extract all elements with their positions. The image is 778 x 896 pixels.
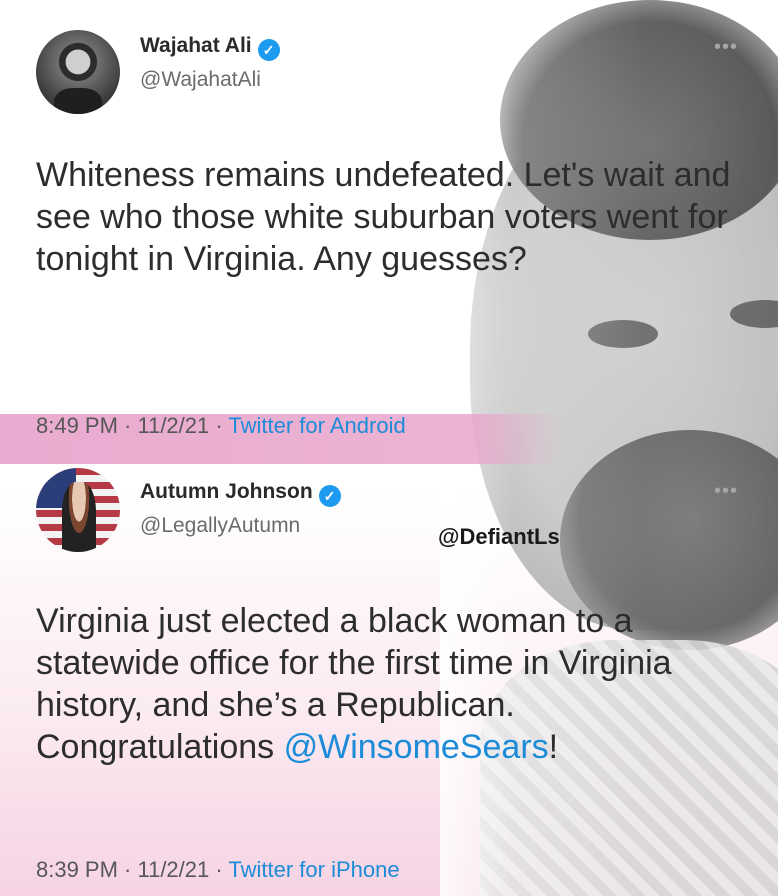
tweet2-text-after: !: [548, 728, 559, 766]
tweet2-handle[interactable]: @LegallyAutumn: [140, 514, 300, 538]
verified-badge-icon: ✓: [318, 485, 341, 507]
tweet2-source-link[interactable]: Twitter for iPhone: [228, 857, 399, 882]
tweet2-author-name[interactable]: Autumn Johnson ✓: [140, 480, 341, 507]
tweet2-name-text: Autumn Johnson: [140, 480, 313, 503]
tweet1-text: Whiteness remains undefeated. Let's wait…: [36, 156, 731, 278]
tweet1-more-options-icon[interactable]: •••: [714, 36, 738, 59]
tweet2-text: Virginia just elected a black woman to a…: [36, 600, 756, 768]
tweet1-timestamp[interactable]: 8:49 PM · 11/2/21 ·: [36, 413, 228, 438]
tweet2-timestamp[interactable]: 8:39 PM · 11/2/21 ·: [36, 857, 228, 882]
avatar-wajahat-ali[interactable]: [36, 30, 120, 114]
avatar-autumn-johnson[interactable]: [36, 468, 120, 552]
tweet1-source-link[interactable]: Twitter for Android: [228, 413, 405, 438]
tweet1-meta: 8:49 PM · 11/2/21 · Twitter for Android: [36, 413, 406, 439]
tweet2-more-options-icon[interactable]: •••: [714, 480, 738, 503]
tweet2-meta: 8:39 PM · 11/2/21 · Twitter for iPhone: [36, 857, 400, 883]
tweet1-handle[interactable]: @WajahatAli: [140, 68, 261, 92]
tweet2-mention-link[interactable]: @WinsomeSears: [284, 728, 549, 766]
watermark-defiantls: @DefiantLs: [438, 524, 560, 549]
tweet1-author-name[interactable]: Wajahat Ali ✓: [140, 34, 280, 61]
verified-badge-icon: ✓: [257, 39, 280, 61]
avatar-person: [62, 482, 96, 552]
tweet1-name-text: Wajahat Ali: [140, 34, 252, 57]
